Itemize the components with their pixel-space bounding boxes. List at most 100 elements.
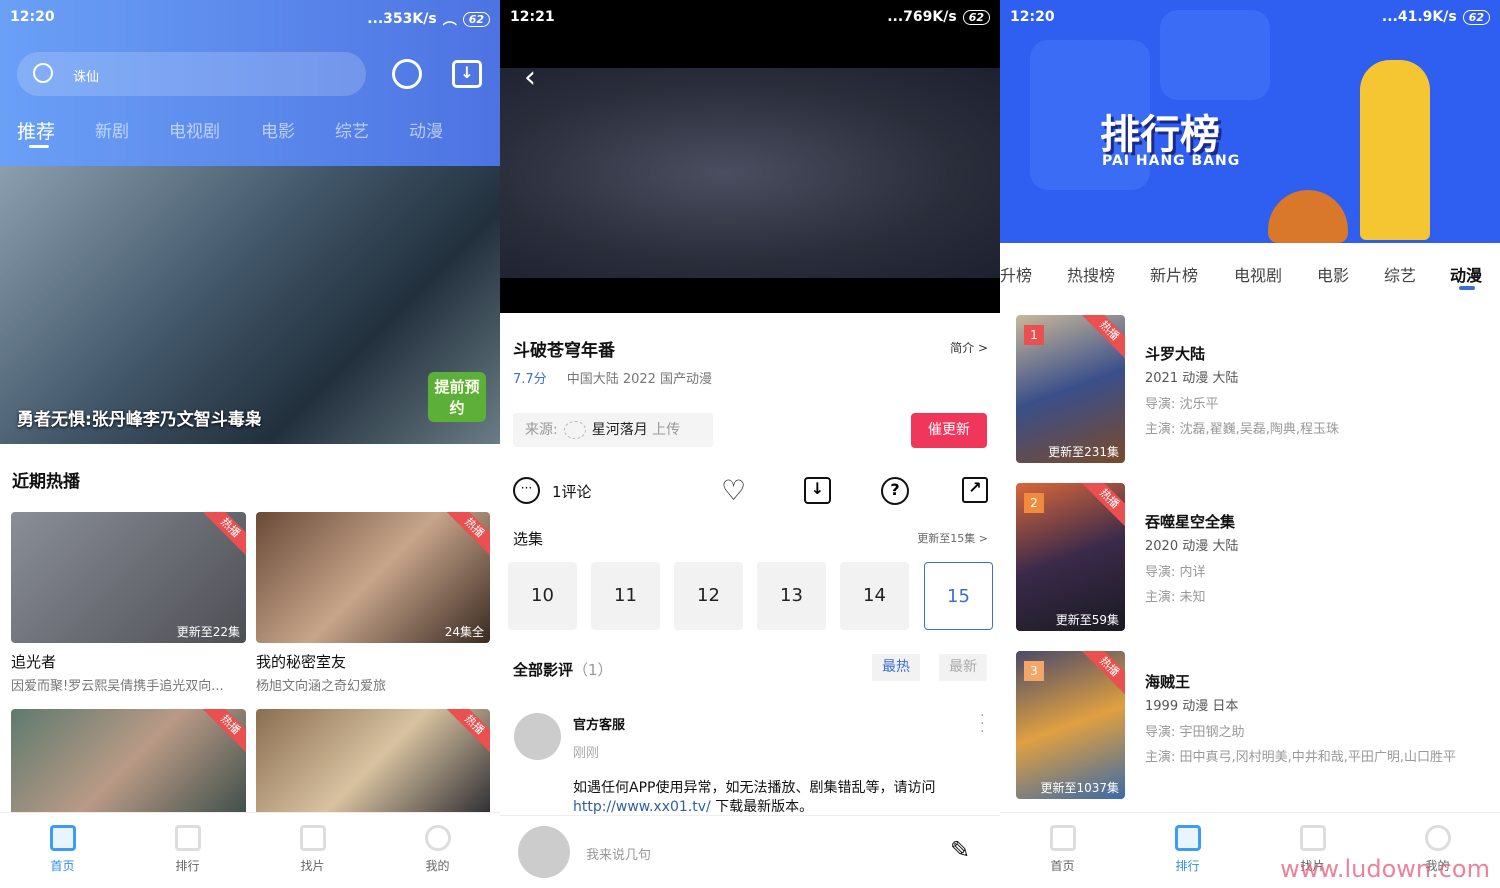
tab-recommend[interactable]: 推荐 (17, 117, 95, 144)
help-icon[interactable]: ? (881, 477, 909, 505)
banner-title: 勇者无惧:张丹峰李乃文智斗毒枭 (17, 410, 262, 430)
sort-hot-button[interactable]: 最热 (872, 654, 920, 681)
rank-title[interactable]: 吞噬星空全集 (1145, 511, 1235, 532)
card-poster[interactable]: 热播 更新至22集 (11, 512, 246, 643)
tab-tv[interactable]: 电视剧 (169, 117, 261, 144)
episode-button[interactable]: 10 (508, 562, 577, 630)
tab-anime[interactable]: 动漫 (409, 117, 443, 144)
reviews-title: 全部影评（1） (513, 661, 613, 679)
tab-anime[interactable]: 动漫 (1450, 262, 1482, 286)
tab-tv[interactable]: 电视剧 (1234, 262, 1282, 286)
ranking-banner: 排行榜 PAI HANG BANG (1000, 0, 1500, 243)
hero-banner[interactable]: 提前预约 勇者无惧:张丹峰李乃文智斗毒枭 (0, 166, 500, 444)
nav-ranking[interactable]: 排行 (1125, 813, 1250, 888)
download-icon[interactable]: ↓ (452, 60, 482, 88)
share-icon[interactable]: ↗ (962, 477, 988, 503)
download-icon[interactable]: ↓ (804, 477, 831, 504)
ranking-screen: 排行榜 PAI HANG BANG 12:20 ...41.9K/s 62 升榜 热… (1000, 0, 1500, 888)
pot-illustration (1268, 190, 1348, 243)
intro-link[interactable]: 简介 > (950, 339, 988, 356)
rank-director: 导演: 宇田钢之助 (1145, 725, 1245, 740)
episode-button[interactable]: 14 (840, 562, 909, 630)
tab-rising[interactable]: 升榜 (1000, 262, 1032, 286)
tab-movie[interactable]: 电影 (261, 117, 335, 144)
category-tabs: 推荐 新剧 电视剧 电影 综艺 动漫 (17, 117, 443, 144)
card-desc: 杨旭文向涵之奇幻爱旅 (256, 679, 387, 694)
rank-poster[interactable]: 1 热播 更新至231集 (1016, 315, 1125, 463)
comment-author: 官方客服 (573, 718, 626, 733)
nav-home[interactable]: 首页 (0, 813, 125, 888)
video-player[interactable]: ‹ (500, 0, 1000, 313)
home-icon (49, 825, 76, 851)
tab-hot-search[interactable]: 热搜榜 (1067, 262, 1115, 286)
favorite-icon[interactable]: ♡ (721, 474, 746, 507)
card-title[interactable]: 追光者 (11, 651, 56, 672)
history-icon[interactable] (392, 59, 422, 89)
show-meta: 7.7分 中国大陆 2022 国产动漫 (513, 372, 713, 387)
comment-link[interactable]: http://www.xx01.tv/ (573, 799, 711, 815)
ranking-icon (1174, 825, 1201, 851)
comment-input-bar: 我来说几句 ✎ (500, 815, 1000, 888)
status-bar: 12:21 ...769K/s 62 (500, 0, 1000, 34)
uploader-avatar (563, 421, 586, 439)
section-title: 近期热播 (12, 472, 80, 492)
watermark: www.ludown.com (1280, 855, 1490, 883)
episodes-status[interactable]: 更新至15集 > (917, 530, 988, 546)
video-camera-icon (1299, 825, 1326, 851)
rank-title[interactable]: 海贼王 (1145, 671, 1190, 692)
user-icon (1424, 825, 1451, 851)
video-camera-icon (299, 825, 326, 851)
card-poster[interactable]: 热播 (256, 709, 490, 819)
banner-title: 排行榜 (1100, 112, 1220, 158)
avatar (518, 826, 570, 878)
episode-button[interactable]: 11 (591, 562, 660, 630)
tab-new-release[interactable]: 新片榜 (1150, 262, 1198, 286)
comment-count[interactable]: 1评论 (552, 481, 592, 502)
rank-meta: 2021 动漫 大陆 (1145, 371, 1239, 386)
rank-poster[interactable]: 3 热播 更新至1037集 (1016, 651, 1125, 799)
card-title[interactable]: 我的秘密室友 (256, 651, 346, 672)
status-bar: 12:20 ...353K/s ︵ 62 (0, 0, 500, 34)
comment-text: 如遇任何APP使用异常，如无法播放、剧集错乱等，请访问 http://www.xx… (573, 780, 936, 815)
urge-update-button[interactable]: 催更新 (911, 413, 987, 448)
banner-badge: 提前预约 (428, 372, 486, 422)
tab-indicator (29, 145, 49, 148)
user-icon (424, 825, 451, 851)
card-poster[interactable]: 热播 24集全 (256, 512, 490, 643)
card-poster[interactable]: 热播 (11, 709, 246, 819)
banner-subtitle: PAI HANG BANG (1102, 153, 1241, 169)
comment-icon[interactable]: ··· (513, 477, 540, 504)
episode-button[interactable]: 12 (674, 562, 743, 630)
avatar (514, 713, 561, 760)
rank-poster[interactable]: 2 热播 更新至59集 (1016, 483, 1125, 631)
rank-meta: 1999 动漫 日本 (1145, 699, 1239, 714)
back-icon[interactable]: ‹ (524, 60, 536, 95)
tab-variety[interactable]: 综艺 (1384, 262, 1416, 286)
search-input[interactable]: 诛仙 (17, 52, 366, 96)
episode-button-current[interactable]: 15 (924, 562, 993, 630)
nav-ranking[interactable]: 排行 (125, 813, 250, 888)
nav-profile[interactable]: 我的 (375, 813, 500, 888)
rank-title[interactable]: 斗罗大陆 (1145, 343, 1205, 364)
episodes-title: 选集 (513, 530, 544, 548)
rank-cast: 主演: 沈磊,翟巍,吴磊,陶典,程玉珠 (1145, 422, 1340, 437)
search-icon (33, 63, 53, 83)
nav-discover[interactable]: 找片 (250, 813, 375, 888)
edit-icon[interactable]: ✎ (950, 836, 970, 864)
sort-new-button[interactable]: 最新 (939, 654, 987, 681)
tab-variety[interactable]: 综艺 (335, 117, 409, 144)
video-frame (500, 68, 1000, 278)
more-icon[interactable]: · · · (980, 709, 986, 739)
rank-meta: 2020 动漫 大陆 (1145, 539, 1239, 554)
nav-home[interactable]: 首页 (1000, 813, 1125, 888)
home-screen: 12:20 ...353K/s ︵ 62 诛仙 ↓ 推荐 新剧 电视剧 电影 综艺 动… (0, 0, 500, 888)
tab-movie[interactable]: 电影 (1317, 262, 1349, 286)
score: 7.7分 (513, 372, 547, 387)
home-icon (1049, 825, 1076, 851)
comment-input[interactable]: 我来说几句 (586, 844, 916, 863)
comment-time: 刚刚 (573, 746, 600, 761)
mascot-illustration (1360, 60, 1430, 240)
source-box[interactable]: 来源: 星河落月 上传 (513, 413, 713, 447)
episode-button[interactable]: 13 (757, 562, 826, 630)
tab-new[interactable]: 新剧 (95, 117, 169, 144)
